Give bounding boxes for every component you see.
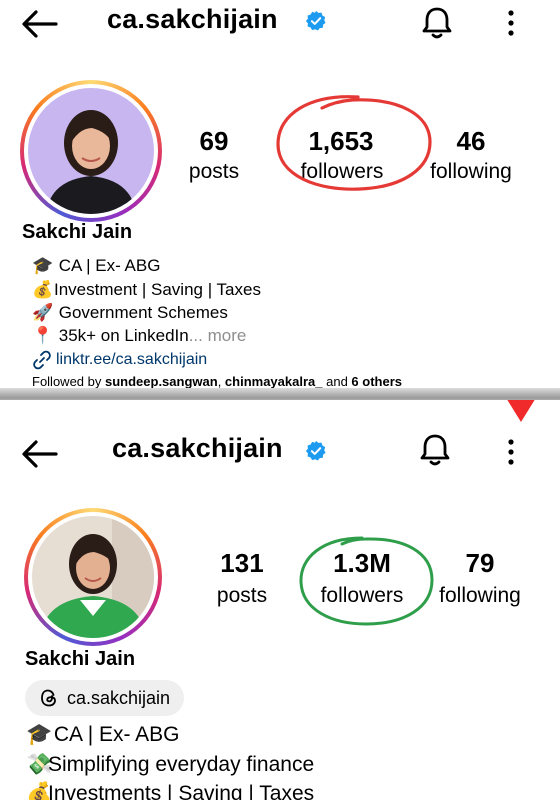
avatar-photo [28,88,154,214]
bio-text: Investment | Saving | Taxes [54,280,261,299]
threads-handle: ca.sakchijain [67,687,171,708]
posts-label[interactable]: posts [149,160,279,184]
money-with-wings-icon: 💸 [26,753,53,776]
bio-text: 35k+ on LinkedIn [58,326,189,345]
link-icon [33,350,51,370]
avatar[interactable] [20,80,162,222]
profile-after: ca.sakchijain 131 posts 1.3M followers 7… [0,400,560,800]
back-arrow-icon[interactable] [20,438,60,470]
red-highlight-circle [276,95,432,191]
more-link[interactable]: ... more [189,326,247,345]
money-bag-icon: 💰 [26,782,53,800]
posts-count[interactable]: 69 [154,126,274,157]
posts-label[interactable]: posts [177,584,307,608]
red-pointer-arrow-icon [507,400,535,422]
profile-handle: ca.sakchijain [112,433,283,463]
bell-icon[interactable] [418,432,452,468]
bio-text: CA | Ex- ABG [58,256,161,275]
bio-line: 💰Investments | Saving | Taxes [26,782,314,800]
verified-badge-icon [305,440,326,461]
profile-name: Sakchi Jain [22,221,133,243]
bio-link[interactable]: linktr.ee/ca.sakchijain [56,351,207,369]
bio-line: 📍 35k+ on LinkedIn... more [32,326,246,346]
posts-count[interactable]: 131 [182,548,302,579]
threads-icon [41,689,56,707]
money-bag-icon: 💰 [32,280,54,299]
mutual-user[interactable]: chinmayakalra_ [225,374,323,389]
followed-by[interactable]: Followed by sundeep.sangwan, chinmayakal… [32,374,402,389]
others-count[interactable]: 6 others [351,374,402,389]
bio-link-row[interactable]: linktr.ee/ca.sakchijain [32,350,207,370]
bio-line: 💸Simplifying everyday finance [26,753,314,777]
bio-line: 💰Investment | Saving | Taxes [32,280,261,300]
bio-text: Investments | Saving | Taxes [48,782,315,800]
green-highlight-circle [299,536,434,626]
threads-badge[interactable]: ca.sakchijain [25,680,185,716]
avatar[interactable] [24,508,162,646]
bell-icon[interactable] [420,5,454,41]
profile-before: ca.sakchijain 69 posts 1,653 followers 4… [0,0,560,400]
mutual-user[interactable]: sundeep.sangwan [105,374,218,389]
bio-line: 🎓 CA | Ex- ABG [32,256,160,276]
and-text: and [322,374,352,389]
graduation-cap-icon: 🎓 [26,723,53,746]
profile-name: Sakchi Jain [25,648,136,670]
bio-line: 🎓 CA | Ex- ABG [26,723,180,747]
separator: , [217,374,225,389]
profile-handle: ca.sakchijain [107,4,278,34]
avatar-photo [32,516,154,638]
more-vertical-icon[interactable] [504,437,518,467]
pin-icon: 📍 [32,326,54,345]
bio-line: 🚀 Government Schemes [32,303,228,323]
graduation-cap-icon: 🎓 [32,256,54,275]
back-arrow-icon[interactable] [20,8,60,40]
bio-text: Government Schemes [58,303,228,322]
bio-text: Simplifying everyday finance [48,753,315,776]
verified-badge-icon [305,10,326,31]
more-vertical-icon[interactable] [504,8,518,38]
bio-text: CA | Ex- ABG [53,723,180,746]
rocket-icon: 🚀 [32,303,54,322]
followed-by-prefix: Followed by [32,374,105,389]
